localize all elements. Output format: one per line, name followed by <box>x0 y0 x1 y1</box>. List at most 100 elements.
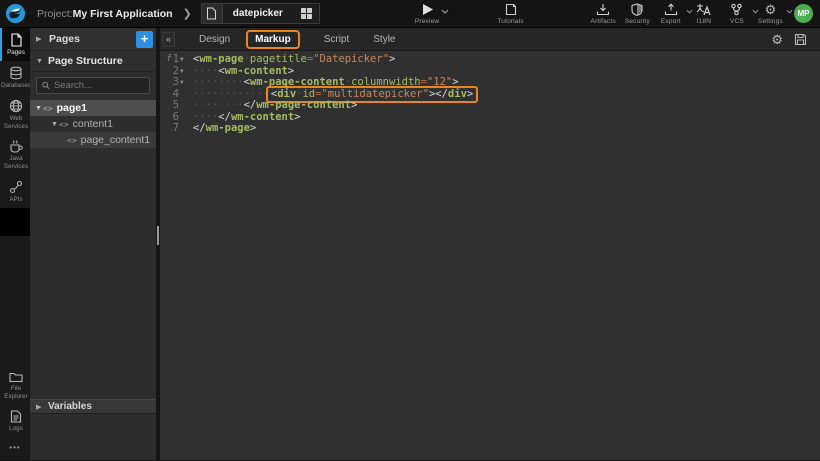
content1-widget-icon: <> <box>59 120 69 129</box>
gutter-marker: f <box>166 54 171 66</box>
tab-markup[interactable]: Markup <box>246 30 300 49</box>
tutorials-book-icon <box>505 3 517 16</box>
tab-style[interactable]: Style <box>373 34 395 45</box>
code-token-punc: > <box>250 122 256 134</box>
search-wrap <box>30 72 156 98</box>
sidebar-item-databases[interactable]: Databases <box>0 61 30 94</box>
code-token-tag: wm-content <box>225 65 288 77</box>
code-token-punc: > <box>288 65 294 77</box>
resize-handle[interactable] <box>157 226 159 245</box>
preview-button[interactable]: Preview <box>412 1 443 26</box>
code-token-ws: ········ <box>193 76 244 88</box>
more-options-icon[interactable]: ••• <box>0 437 30 460</box>
sidebar-item-java-services[interactable]: Java Services <box>0 134 30 175</box>
i18n-translate-icon <box>696 3 711 16</box>
code-token-tag: div <box>277 88 296 100</box>
export-button[interactable]: Export <box>656 1 686 26</box>
file-icon <box>202 4 223 23</box>
fold-marker-icon[interactable]: ▼ <box>180 54 187 66</box>
security-button[interactable]: Security <box>622 1 653 26</box>
tab-design[interactable]: Design <box>199 34 230 45</box>
main-area: Pages Databases Web Services Java Serv <box>0 28 820 460</box>
gutter-line[interactable]: 7 <box>160 123 187 135</box>
search-input[interactable] <box>54 80 144 91</box>
content1-expand-icon[interactable]: ▼ <box>51 121 59 128</box>
logs-icon <box>10 410 22 423</box>
code-token-attr: id <box>302 88 315 100</box>
play-icon <box>421 3 434 16</box>
sidebar-item-file-explorer[interactable]: File Explorer <box>0 366 30 405</box>
fold-marker-icon[interactable]: ▼ <box>180 77 187 89</box>
settings-caret-icon[interactable] <box>786 9 793 14</box>
grid-icon[interactable] <box>295 8 319 19</box>
page-structure-tree: ▼ <> page1 ▼ <> content1 <> page_content… <box>30 100 156 148</box>
collapse-panel-button[interactable]: « <box>162 32 175 47</box>
settings-button[interactable]: ⚙ Settings <box>755 1 786 26</box>
variables-collapse-triangle-icon[interactable]: ▶ <box>36 403 44 411</box>
pages-collapse-triangle-icon[interactable]: ▶ <box>36 35 44 43</box>
panel-empty-space <box>30 148 156 399</box>
code-token-ws: ········ <box>193 99 244 111</box>
line-number: 1 <box>173 54 179 66</box>
code-token-tag: div <box>448 88 467 100</box>
editor-tab-bar: « Design Markup Script Style ⚙ <box>160 28 820 51</box>
security-label: Security <box>625 18 650 25</box>
project-title: Project:My First Application <box>37 8 173 20</box>
gutter-line[interactable]: 3▼ <box>160 77 187 89</box>
tab-script[interactable]: Script <box>324 34 350 45</box>
save-icon[interactable] <box>794 33 807 46</box>
code-token-punc: > <box>351 99 357 111</box>
project-label: Project: <box>37 8 73 20</box>
preview-caret-icon[interactable] <box>441 9 449 14</box>
editor-settings-gear-icon[interactable]: ⚙ <box>771 33 783 46</box>
gutter-line[interactable]: f1▼ <box>160 54 187 66</box>
line-number: 5 <box>173 100 179 112</box>
structure-expand-triangle-icon[interactable]: ▼ <box>36 58 44 65</box>
editor-gutter: f1▼2▼3▼4567 <box>160 54 187 460</box>
code-token-tag: wm-page <box>199 53 243 65</box>
page-structure-header[interactable]: ▼ Page Structure <box>30 51 156 72</box>
pages-panel: ▶ Pages + ▼ Page Structure ▼ <> page1 <box>30 28 156 460</box>
search-box[interactable] <box>36 77 150 94</box>
content1-label: content1 <box>73 118 113 130</box>
avatar[interactable]: MP <box>794 4 813 23</box>
pages-panel-header[interactable]: ▶ Pages + <box>30 28 156 51</box>
gutter-line[interactable]: 5 <box>160 100 187 112</box>
code-token-tag: wm-page-content <box>256 99 351 111</box>
artifacts-button[interactable]: Artifacts <box>588 1 619 26</box>
vcs-button[interactable]: VCS <box>722 1 752 26</box>
file-tab-datepicker[interactable]: datepicker <box>201 3 320 24</box>
settings-gear-icon: ⚙ <box>765 3 777 16</box>
sidebar-item-logs[interactable]: Logs <box>0 405 30 437</box>
tree-item-page-content1[interactable]: <> page_content1 <box>30 132 156 148</box>
page1-widget-icon: <> <box>43 104 53 113</box>
fold-marker-icon[interactable]: ▼ <box>180 66 187 78</box>
editor-tab-actions: ⚙ <box>771 33 807 46</box>
add-page-button[interactable]: + <box>136 31 153 48</box>
page1-expand-icon[interactable]: ▼ <box>35 105 43 112</box>
web-services-label: Web Services <box>2 115 30 131</box>
tutorials-label: Tutorials <box>497 18 523 25</box>
tree-item-page1[interactable]: ▼ <> page1 <box>30 100 156 116</box>
project-name: My First Application <box>73 8 173 20</box>
tutorials-button[interactable]: Tutorials <box>494 1 526 26</box>
sidebar-item-apis[interactable]: APIs <box>0 175 30 208</box>
line-number: 7 <box>173 123 179 135</box>
databases-label: Databases <box>1 82 31 90</box>
code-token-str: "multidatepicker" <box>321 88 428 100</box>
code-token-str: "Datepicker" <box>313 53 389 65</box>
code-token-punc: </ <box>244 99 257 111</box>
variables-header[interactable]: ▶ Variables <box>30 399 156 414</box>
panel-resize-divider[interactable] <box>156 28 160 460</box>
code-token-ws: ···· <box>193 111 218 123</box>
i18n-label: I18N <box>697 18 712 25</box>
tree-item-content1[interactable]: ▼ <> content1 <box>30 116 156 132</box>
sidebar-item-pages[interactable]: Pages <box>0 28 30 61</box>
apis-connector-icon <box>9 180 23 194</box>
code-editor[interactable]: f1▼2▼3▼4567 <wm-page·pagetitle="Datepick… <box>160 51 820 460</box>
wavemaker-logo-icon[interactable] <box>5 3 26 24</box>
sidebar-item-web-services[interactable]: Web Services <box>0 94 30 135</box>
i18n-button[interactable]: I18N <box>689 1 719 26</box>
markup-editor: « Design Markup Script Style ⚙ f1▼2▼3▼45… <box>160 28 820 460</box>
breadcrumb-chevron-icon: ❯ <box>183 7 192 20</box>
